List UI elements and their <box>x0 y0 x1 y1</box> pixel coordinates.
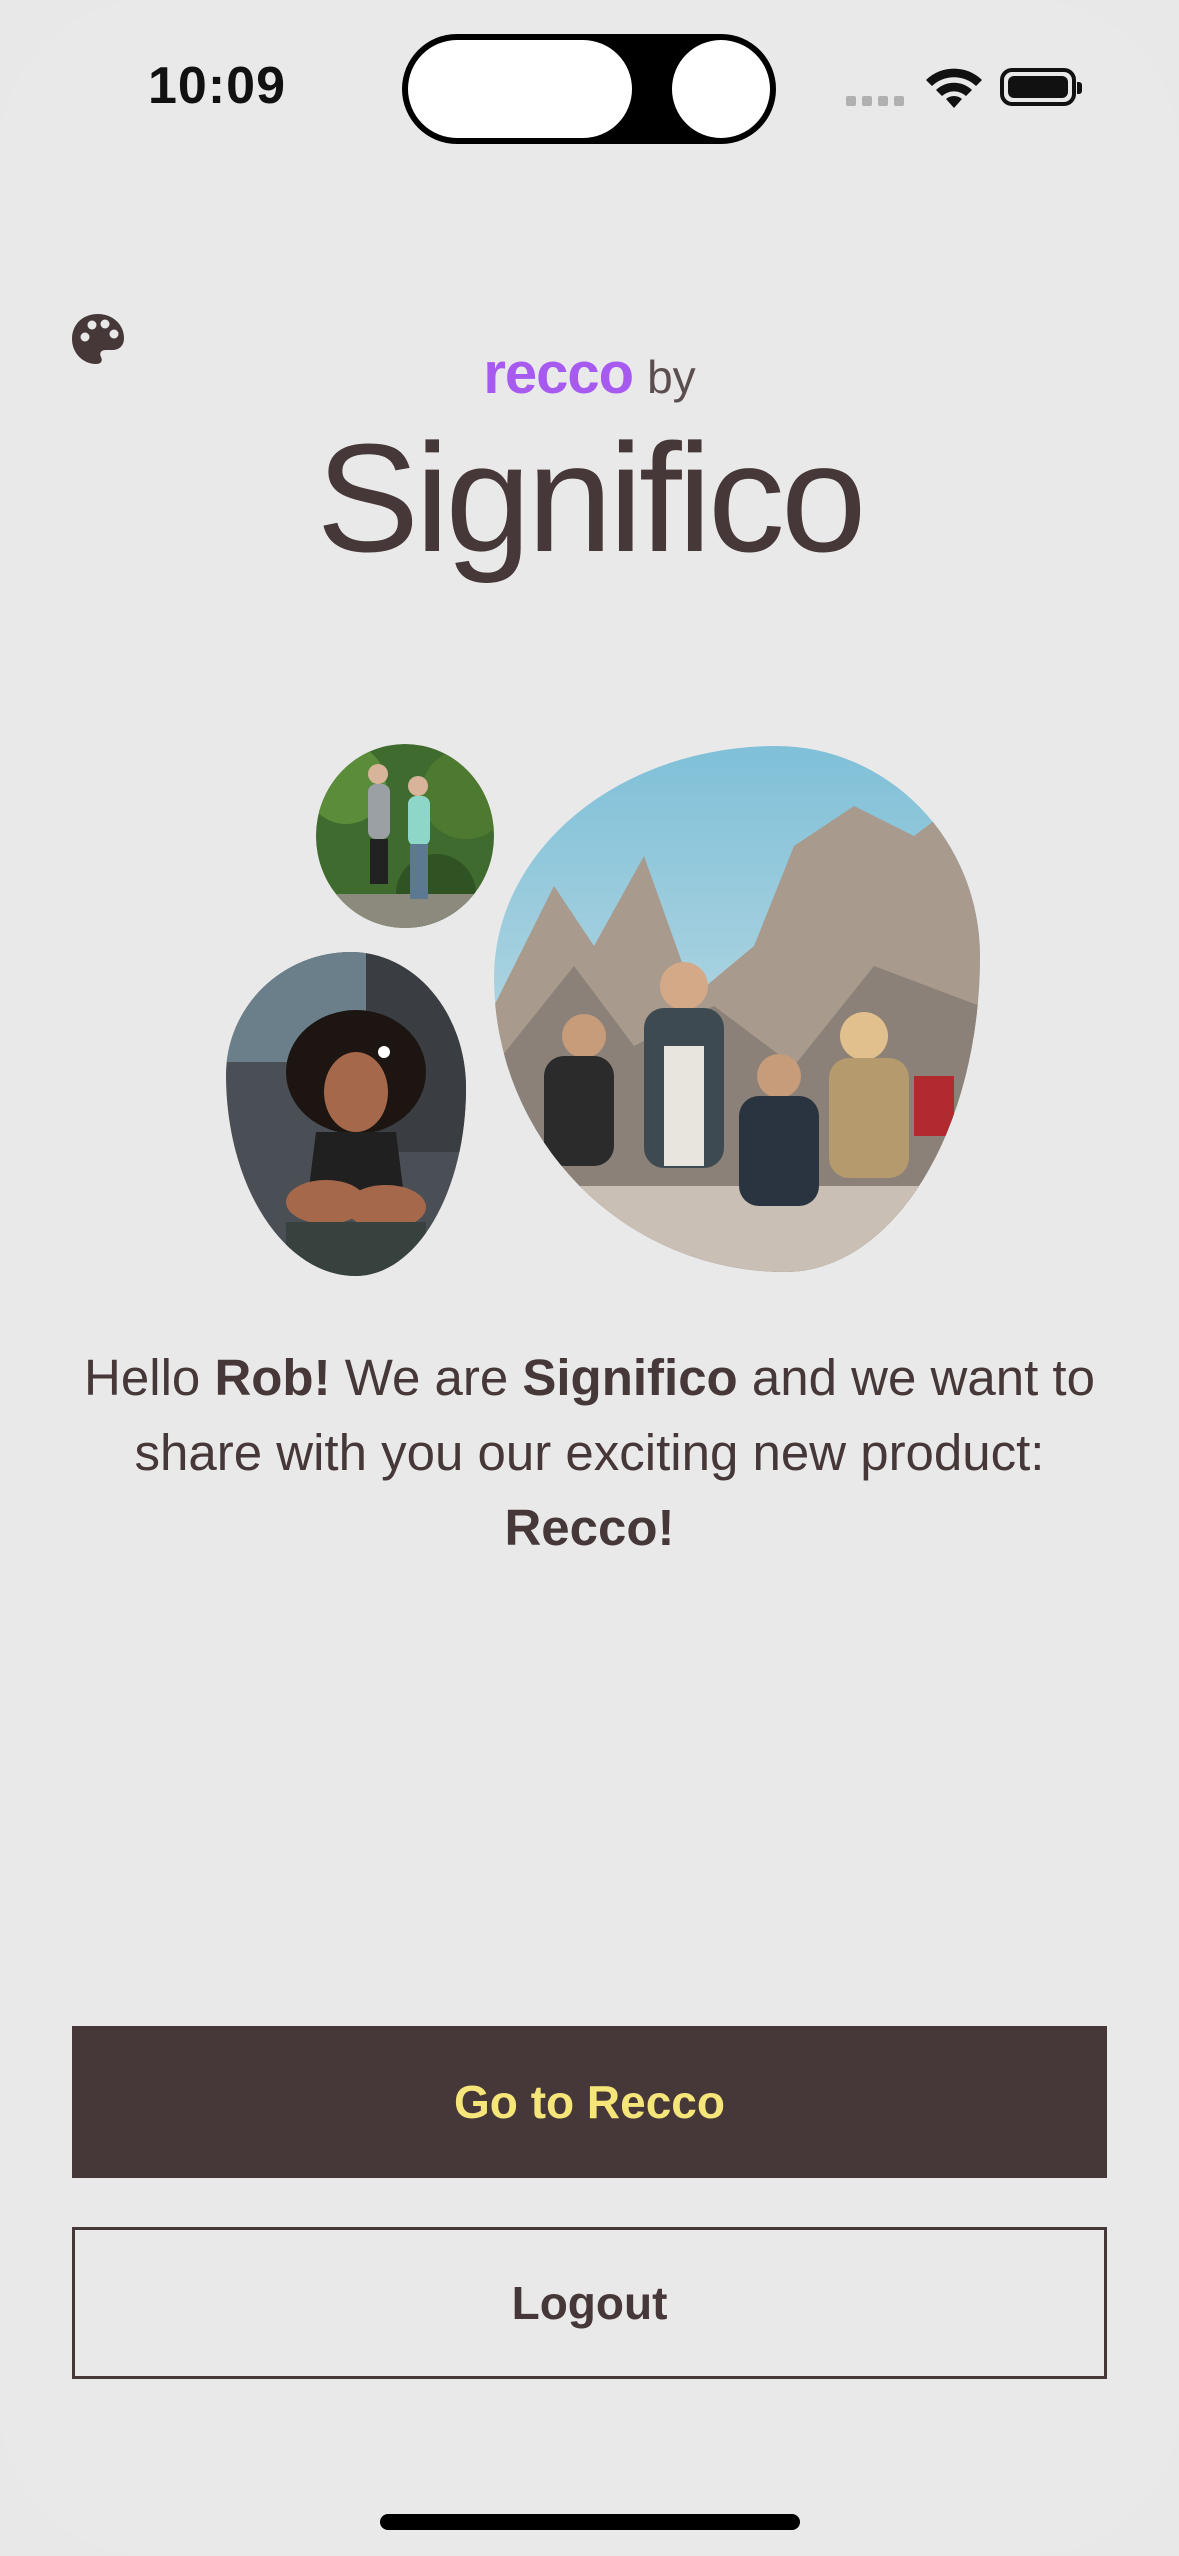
go-to-recco-button[interactable]: Go to Recco <box>72 2026 1107 2178</box>
app-screen: 10:09 recco by Significo Hello Rob! We a… <box>0 0 1179 2556</box>
battery-icon <box>1000 68 1082 106</box>
logout-button[interactable]: Logout <box>72 2227 1107 2379</box>
home-indicator[interactable] <box>380 2514 800 2530</box>
significo-logo: Significo <box>316 412 866 584</box>
recco-logo: recco <box>483 341 634 406</box>
friends-hiking-photo <box>494 746 980 1272</box>
intro-message: Hello Rob! We are Significo and we want … <box>84 1349 1095 1556</box>
brand-connector: by <box>647 351 696 403</box>
status-time: 10:09 <box>148 57 286 115</box>
product-name: Recco! <box>504 1499 675 1556</box>
couple-doing-yoga-photo <box>316 744 494 928</box>
wifi-icon <box>926 68 982 108</box>
user-name: Rob! <box>214 1349 331 1406</box>
signal-icon <box>846 94 906 106</box>
dynamic-island <box>402 34 776 144</box>
smiling-woman-photo <box>226 952 466 1276</box>
brand-line: recco by <box>0 340 1179 407</box>
company-name: Significo <box>522 1349 738 1406</box>
